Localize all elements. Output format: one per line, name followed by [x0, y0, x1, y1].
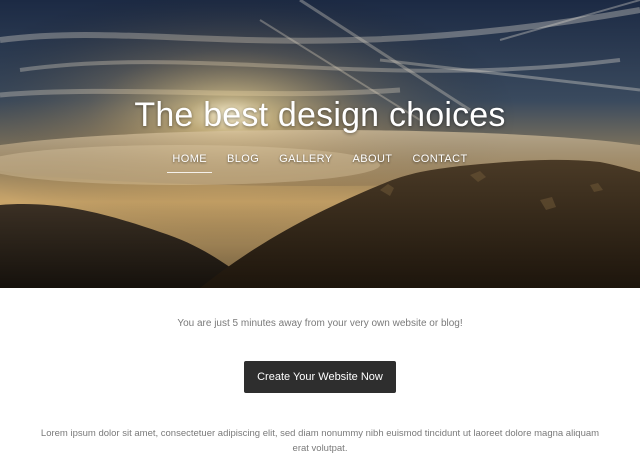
nav-item-home[interactable]: HOME: [167, 151, 212, 173]
cta-container: Create Your Website Now: [0, 361, 640, 393]
nav-item-contact[interactable]: CONTACT: [412, 151, 467, 173]
nav-item-about[interactable]: ABOUT: [353, 151, 393, 173]
nav-item-blog[interactable]: BLOG: [227, 151, 259, 173]
hero-banner: The best design choices HOME BLOG GALLER…: [0, 0, 640, 288]
main-content: You are just 5 minutes away from your ve…: [0, 288, 640, 456]
create-website-button[interactable]: Create Your Website Now: [244, 361, 396, 393]
intro-paragraph: Lorem ipsum dolor sit amet, consectetuer…: [40, 428, 600, 454]
tagline-text: You are just 5 minutes away from your ve…: [177, 318, 463, 329]
main-nav: HOME BLOG GALLERY ABOUT CONTACT: [0, 151, 640, 173]
nav-item-gallery[interactable]: GALLERY: [279, 151, 332, 173]
hero-background-image: [0, 0, 640, 288]
hero-title: The best design choices: [134, 96, 506, 134]
